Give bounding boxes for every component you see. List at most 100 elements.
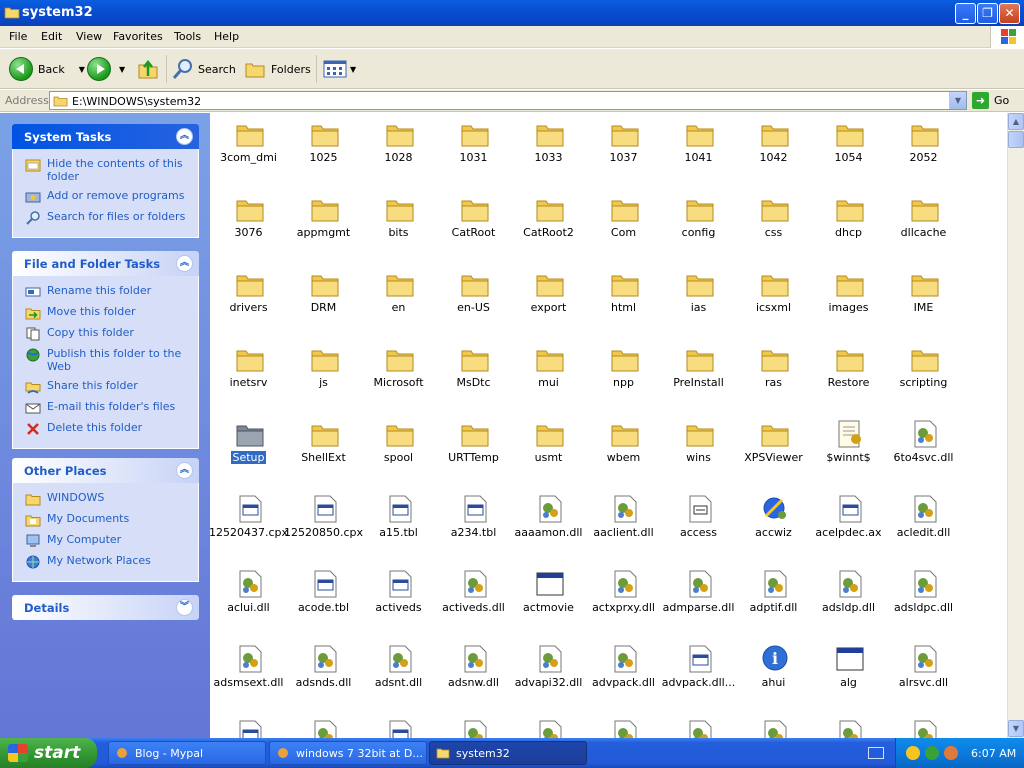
file-item[interactable] xyxy=(436,715,511,738)
file-item[interactable]: acelpdec.ax xyxy=(811,490,886,565)
file-item[interactable] xyxy=(661,715,736,738)
file-item[interactable]: alg xyxy=(811,640,886,715)
views-dropdown-icon[interactable]: ▼ xyxy=(350,65,356,74)
file-item[interactable]: accwiz xyxy=(736,490,811,565)
folder-item[interactable]: appmgmt xyxy=(286,190,361,265)
menu-view[interactable]: View xyxy=(76,30,102,43)
folder-item[interactable]: 1025 xyxy=(286,115,361,190)
file-item[interactable]: actmovie xyxy=(511,565,586,640)
minimize-button[interactable]: _ xyxy=(955,3,976,24)
file-item[interactable] xyxy=(811,715,886,738)
file-item[interactable]: acode.tbl xyxy=(286,565,361,640)
folder-item[interactable]: 1041 xyxy=(661,115,736,190)
file-item[interactable]: $winnt$ xyxy=(811,415,886,490)
scroll-up-button[interactable]: ▲ xyxy=(1008,113,1024,130)
folder-item[interactable]: IME xyxy=(886,265,961,340)
forward-button[interactable]: ▼ xyxy=(87,55,125,83)
file-item[interactable]: adptif.dll xyxy=(736,565,811,640)
folder-item[interactable]: ras xyxy=(736,340,811,415)
folder-item[interactable]: 3076 xyxy=(211,190,286,265)
menu-help[interactable]: Help xyxy=(214,30,239,43)
file-item[interactable]: actxprxy.dll xyxy=(586,565,661,640)
folder-item[interactable]: CatRoot xyxy=(436,190,511,265)
file-item[interactable]: 12520850.cpx xyxy=(284,490,363,565)
place-my-documents-link[interactable]: My Documents xyxy=(25,512,190,527)
details-header[interactable]: Details ︾ xyxy=(12,595,199,620)
file-item[interactable] xyxy=(586,715,661,738)
file-item[interactable]: a15.tbl xyxy=(361,490,436,565)
folder-item[interactable]: ias xyxy=(661,265,736,340)
folder-item[interactable]: css xyxy=(736,190,811,265)
share-folder-link[interactable]: Share this folder xyxy=(25,379,190,394)
file-item[interactable]: i ahui xyxy=(736,640,811,715)
address-dropdown-icon[interactable]: ▼ xyxy=(949,92,966,109)
keyboard-icon[interactable] xyxy=(868,747,884,759)
file-item[interactable]: alrsvc.dll xyxy=(886,640,961,715)
collapse-chevron-icon[interactable]: ︽ xyxy=(176,462,193,479)
security-shield-icon[interactable] xyxy=(906,746,920,760)
add-remove-programs-link[interactable]: Add or remove programs xyxy=(25,189,190,204)
folder-item[interactable]: wbem xyxy=(586,415,661,490)
folder-item[interactable]: config xyxy=(661,190,736,265)
views-button[interactable]: ▼ xyxy=(323,55,356,83)
file-item[interactable]: adsnds.dll xyxy=(286,640,361,715)
menu-edit[interactable]: Edit xyxy=(41,30,62,43)
taskbar-item-system32[interactable]: system32 xyxy=(429,741,587,765)
folder-item[interactable]: PreInstall xyxy=(661,340,736,415)
start-button[interactable]: start xyxy=(0,738,97,768)
folder-item[interactable]: dllcache xyxy=(886,190,961,265)
copy-folder-link[interactable]: Copy this folder xyxy=(25,326,190,341)
folder-item[interactable]: scripting xyxy=(886,340,961,415)
place-my-network-link[interactable]: My Network Places xyxy=(25,554,190,569)
delete-folder-link[interactable]: Delete this folder xyxy=(25,421,190,436)
menu-tools[interactable]: Tools xyxy=(174,30,201,43)
search-button[interactable]: Search xyxy=(171,55,236,83)
rename-folder-link[interactable]: Rename this folder xyxy=(25,284,190,299)
search-files-link[interactable]: Search for files or folders xyxy=(25,210,190,225)
folder-item[interactable]: en xyxy=(361,265,436,340)
folder-item[interactable]: bits xyxy=(361,190,436,265)
folders-button[interactable]: Folders xyxy=(244,55,311,83)
folder-item[interactable]: Com xyxy=(586,190,661,265)
folder-item[interactable]: 1042 xyxy=(736,115,811,190)
file-item[interactable]: adsnt.dll xyxy=(361,640,436,715)
publish-folder-link[interactable]: Publish this folder to the Web xyxy=(25,347,190,373)
file-item[interactable] xyxy=(511,715,586,738)
file-item[interactable]: access xyxy=(661,490,736,565)
folder-item[interactable]: URTTemp xyxy=(436,415,511,490)
file-item[interactable]: 12520437.cpx xyxy=(210,490,288,565)
forward-dropdown-icon[interactable]: ▼ xyxy=(119,65,125,74)
expand-chevron-icon[interactable]: ︾ xyxy=(176,599,193,616)
file-item[interactable] xyxy=(736,715,811,738)
search-tray-icon[interactable] xyxy=(944,746,958,760)
collapse-chevron-icon[interactable]: ︽ xyxy=(176,128,193,145)
taskbar-item-windows7[interactable]: windows 7 32bit at D... xyxy=(269,741,427,765)
file-item[interactable]: aaclient.dll xyxy=(586,490,661,565)
folder-item[interactable]: spool xyxy=(361,415,436,490)
folder-item[interactable]: Restore xyxy=(811,340,886,415)
file-folder-tasks-header[interactable]: File and Folder Tasks ︽ xyxy=(12,251,199,276)
file-item[interactable]: advpack.dll xyxy=(586,640,661,715)
move-folder-link[interactable]: Move this folder xyxy=(25,305,190,320)
folder-item[interactable]: js xyxy=(286,340,361,415)
file-item[interactable]: adsmsext.dll xyxy=(211,640,286,715)
folder-item[interactable]: 2052 xyxy=(886,115,961,190)
folder-item[interactable]: CatRoot2 xyxy=(511,190,586,265)
folder-item[interactable]: npp xyxy=(586,340,661,415)
file-list-view[interactable]: 3com_dmi 1025 1028 1031 1033 1037 1041 1042 1054… xyxy=(210,113,1007,738)
file-item[interactable]: activeds.dll xyxy=(436,565,511,640)
file-item[interactable]: acledit.dll xyxy=(886,490,961,565)
folder-item[interactable]: 1054 xyxy=(811,115,886,190)
file-item[interactable] xyxy=(211,715,286,738)
folder-item[interactable]: DRM xyxy=(286,265,361,340)
folder-item[interactable]: en-US xyxy=(436,265,511,340)
file-item[interactable]: advpack.dll... xyxy=(661,640,736,715)
taskbar-item-blog[interactable]: Blog - Mypal xyxy=(108,741,266,765)
file-item[interactable]: advapi32.dll xyxy=(511,640,586,715)
email-files-link[interactable]: E-mail this folder's files xyxy=(25,400,190,415)
file-item[interactable]: admparse.dll xyxy=(661,565,736,640)
network-tray-icon[interactable] xyxy=(925,746,939,760)
folder-item[interactable]: ShellExt xyxy=(286,415,361,490)
folder-item[interactable]: icsxml xyxy=(736,265,811,340)
place-windows-link[interactable]: WINDOWS xyxy=(25,491,190,506)
